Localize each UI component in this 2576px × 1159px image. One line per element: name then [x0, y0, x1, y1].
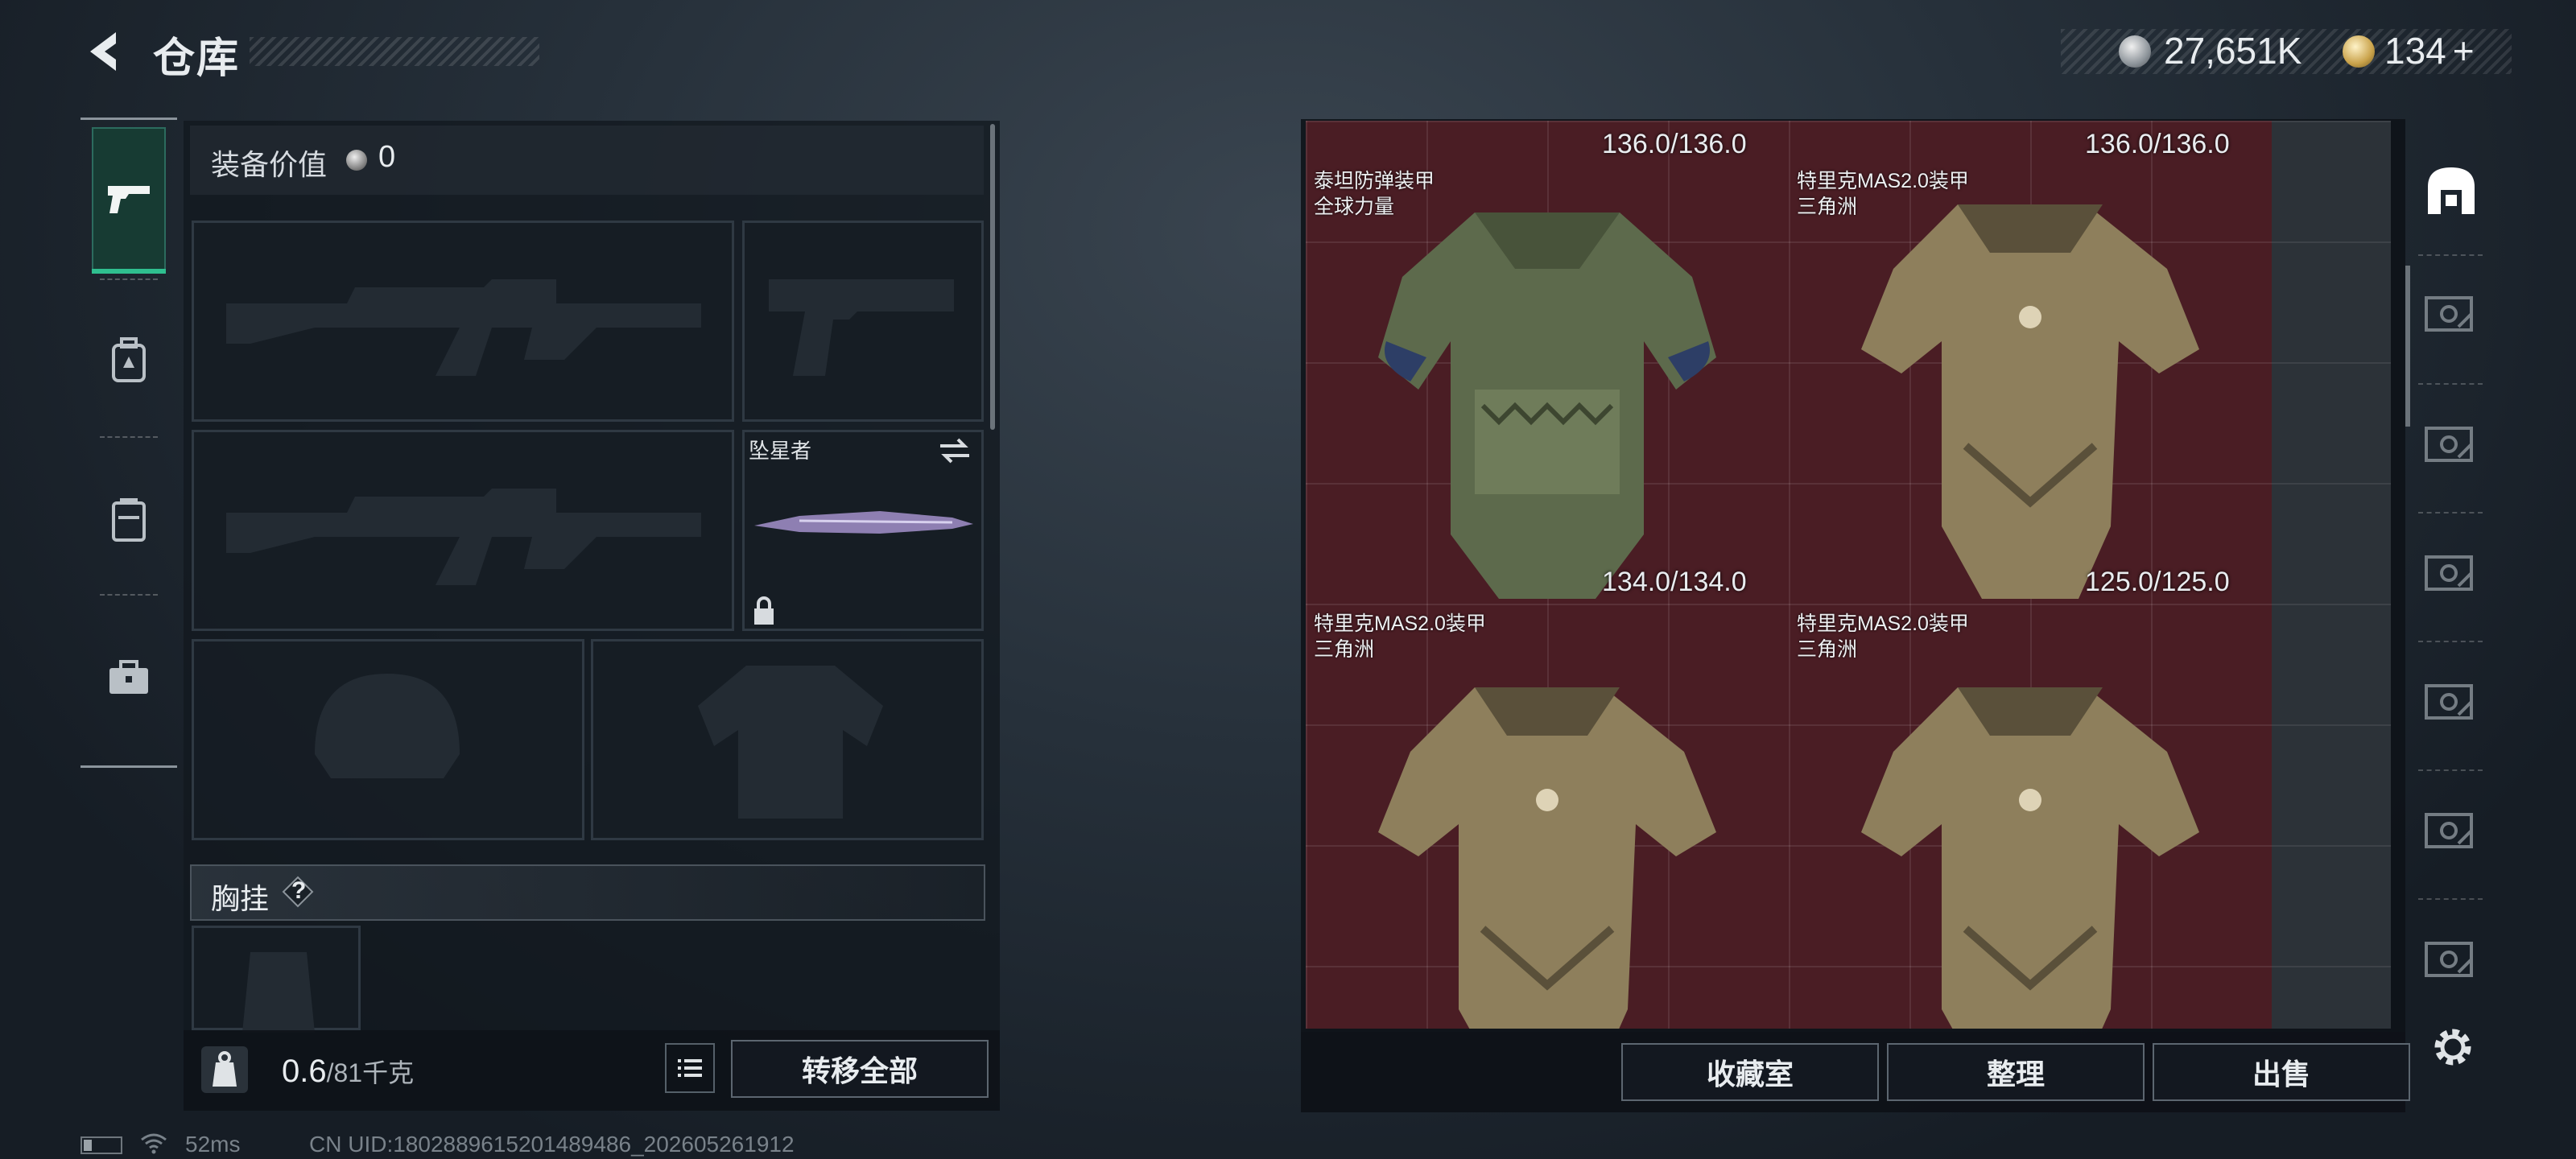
silver-coin-icon — [2119, 35, 2151, 68]
vault-icon[interactable] — [2423, 287, 2479, 343]
item-name: 特里克MAS2.0装甲 — [1797, 612, 1969, 635]
item-durability: 125.0/125.0 — [2085, 567, 2230, 597]
settings-gear-icon[interactable] — [2428, 1022, 2478, 1072]
warehouse-empty-column[interactable] — [2272, 121, 2391, 1029]
lock-icon — [754, 596, 774, 625]
body-armor-icon — [1861, 687, 2199, 1029]
swap-icon[interactable] — [937, 435, 972, 467]
vault-icon[interactable] — [2423, 803, 2479, 860]
help-mark: ? — [291, 877, 307, 904]
warehouse-item[interactable]: 特里克MAS2.0装甲 三角洲 — [1306, 612, 1787, 1029]
rail-divider — [2418, 769, 2483, 771]
chest-rig-label: 胸挂 — [211, 882, 270, 915]
vault-icon[interactable] — [2423, 546, 2479, 602]
rail-divider — [2418, 898, 2483, 900]
list-view-button[interactable] — [665, 1043, 715, 1093]
warehouse-home-icon[interactable] — [2423, 163, 2479, 219]
silver-amount: 27,651K — [2164, 30, 2302, 72]
vault-icon[interactable] — [2423, 932, 2479, 988]
rifle-silhouette-icon — [226, 489, 701, 585]
chest-rig-icon — [112, 498, 146, 542]
tab-active-indicator — [92, 269, 166, 274]
tab-divider — [100, 436, 158, 438]
slot-helmet[interactable] — [192, 639, 584, 840]
list-icon — [678, 1059, 702, 1077]
back-icon[interactable] — [80, 27, 129, 76]
armor-silhouette-icon — [698, 666, 883, 819]
slot-chest-rig[interactable] — [192, 926, 361, 1033]
slot-sidearm[interactable] — [742, 221, 984, 422]
title-decoration — [250, 37, 539, 66]
item-name: 泰坦防弹装甲 — [1314, 170, 1435, 192]
item-source: 三角洲 — [1797, 196, 1858, 218]
item-durability: 136.0/136.0 — [2085, 129, 2230, 159]
rifle-silhouette-icon — [226, 279, 701, 376]
warehouse-scrollbar[interactable] — [2405, 266, 2410, 427]
rail-divider — [2418, 512, 2483, 514]
rail-divider — [2418, 383, 2483, 385]
item-name: 特里克MAS2.0装甲 — [1797, 170, 1969, 192]
ping-text: 52ms — [185, 1132, 241, 1157]
tab-case[interactable] — [92, 605, 166, 750]
item-source: 全球力量 — [1314, 196, 1395, 218]
warehouse-item[interactable]: 特里克MAS2.0装甲 三角洲 — [1789, 612, 2270, 1029]
warehouse-grid[interactable]: 136.0/136.0 136.0/136.0 泰坦防弹装甲 全球力量 134.… — [1306, 121, 2272, 1029]
item-durability: 134.0/134.0 — [1602, 567, 1747, 597]
warehouse-item[interactable]: 泰坦防弹装甲 全球力量 134.0/134.0 — [1306, 164, 1787, 602]
uid-text: CN UID:1802889615201489486_202605261912 — [309, 1132, 795, 1157]
loadout-scrollbar[interactable] — [990, 124, 995, 430]
slot-primary-weapon[interactable] — [192, 221, 734, 422]
melee-knife-icon — [754, 511, 973, 534]
weight-icon — [201, 1046, 248, 1093]
briefcase-icon — [109, 660, 148, 694]
melee-name: 坠星者 — [749, 439, 812, 463]
coin-icon — [346, 150, 367, 171]
equipment-value: 0 — [378, 140, 396, 174]
page-title: 仓库 — [153, 35, 241, 82]
item-name: 特里克MAS2.0装甲 — [1314, 612, 1486, 635]
tab-weapons[interactable] — [92, 127, 166, 272]
sort-button[interactable]: 整理 — [1887, 1043, 2145, 1101]
slot-secondary-weapon[interactable] — [192, 430, 734, 631]
item-durability: 136.0/136.0 — [1602, 129, 1747, 159]
item-source: 三角洲 — [1797, 638, 1858, 661]
transfer-all-button[interactable]: 转移全部 — [731, 1040, 989, 1098]
gold-currency[interactable]: 134 + — [2384, 29, 2475, 72]
tab-divider — [100, 278, 158, 280]
tab-chest-rig[interactable] — [92, 448, 166, 592]
pistol-silhouette-icon — [769, 279, 954, 376]
rig-silhouette-icon — [242, 952, 315, 1033]
warehouse-item[interactable]: 特里克MAS2.0装甲 三角洲 125.0/125.0 — [1789, 164, 2270, 602]
gold-amount: 134 — [2384, 30, 2446, 72]
carry-weight: 0.6/81千克 — [282, 1053, 414, 1090]
weight-current: 0.6 — [282, 1054, 327, 1089]
pistol-icon — [108, 186, 150, 213]
equipment-value-label: 装备价值 — [211, 148, 328, 181]
add-gold-icon[interactable]: + — [2453, 30, 2475, 72]
body-armor-icon — [1861, 204, 2199, 599]
battery-level — [84, 1140, 92, 1151]
body-armor-icon — [1378, 687, 1716, 1029]
backpack-icon — [112, 337, 146, 382]
rail-divider — [2418, 641, 2483, 642]
body-armor-icon — [1378, 212, 1716, 599]
item-source: 三角洲 — [1314, 638, 1375, 661]
vault-icon[interactable] — [2423, 674, 2479, 731]
gold-coin-icon — [2343, 35, 2375, 68]
slot-body-armor[interactable] — [591, 639, 984, 840]
sell-button[interactable]: 出售 — [2153, 1043, 2410, 1101]
vault-icon[interactable] — [2423, 417, 2479, 473]
weight-total: /81千克 — [326, 1058, 415, 1087]
wifi-icon — [141, 1133, 167, 1154]
tab-backpack[interactable] — [92, 288, 166, 433]
collection-room-button[interactable]: 收藏室 — [1621, 1043, 1879, 1101]
rail-divider — [2418, 254, 2483, 256]
tab-divider — [100, 594, 158, 596]
helmet-silhouette-icon — [315, 674, 460, 778]
